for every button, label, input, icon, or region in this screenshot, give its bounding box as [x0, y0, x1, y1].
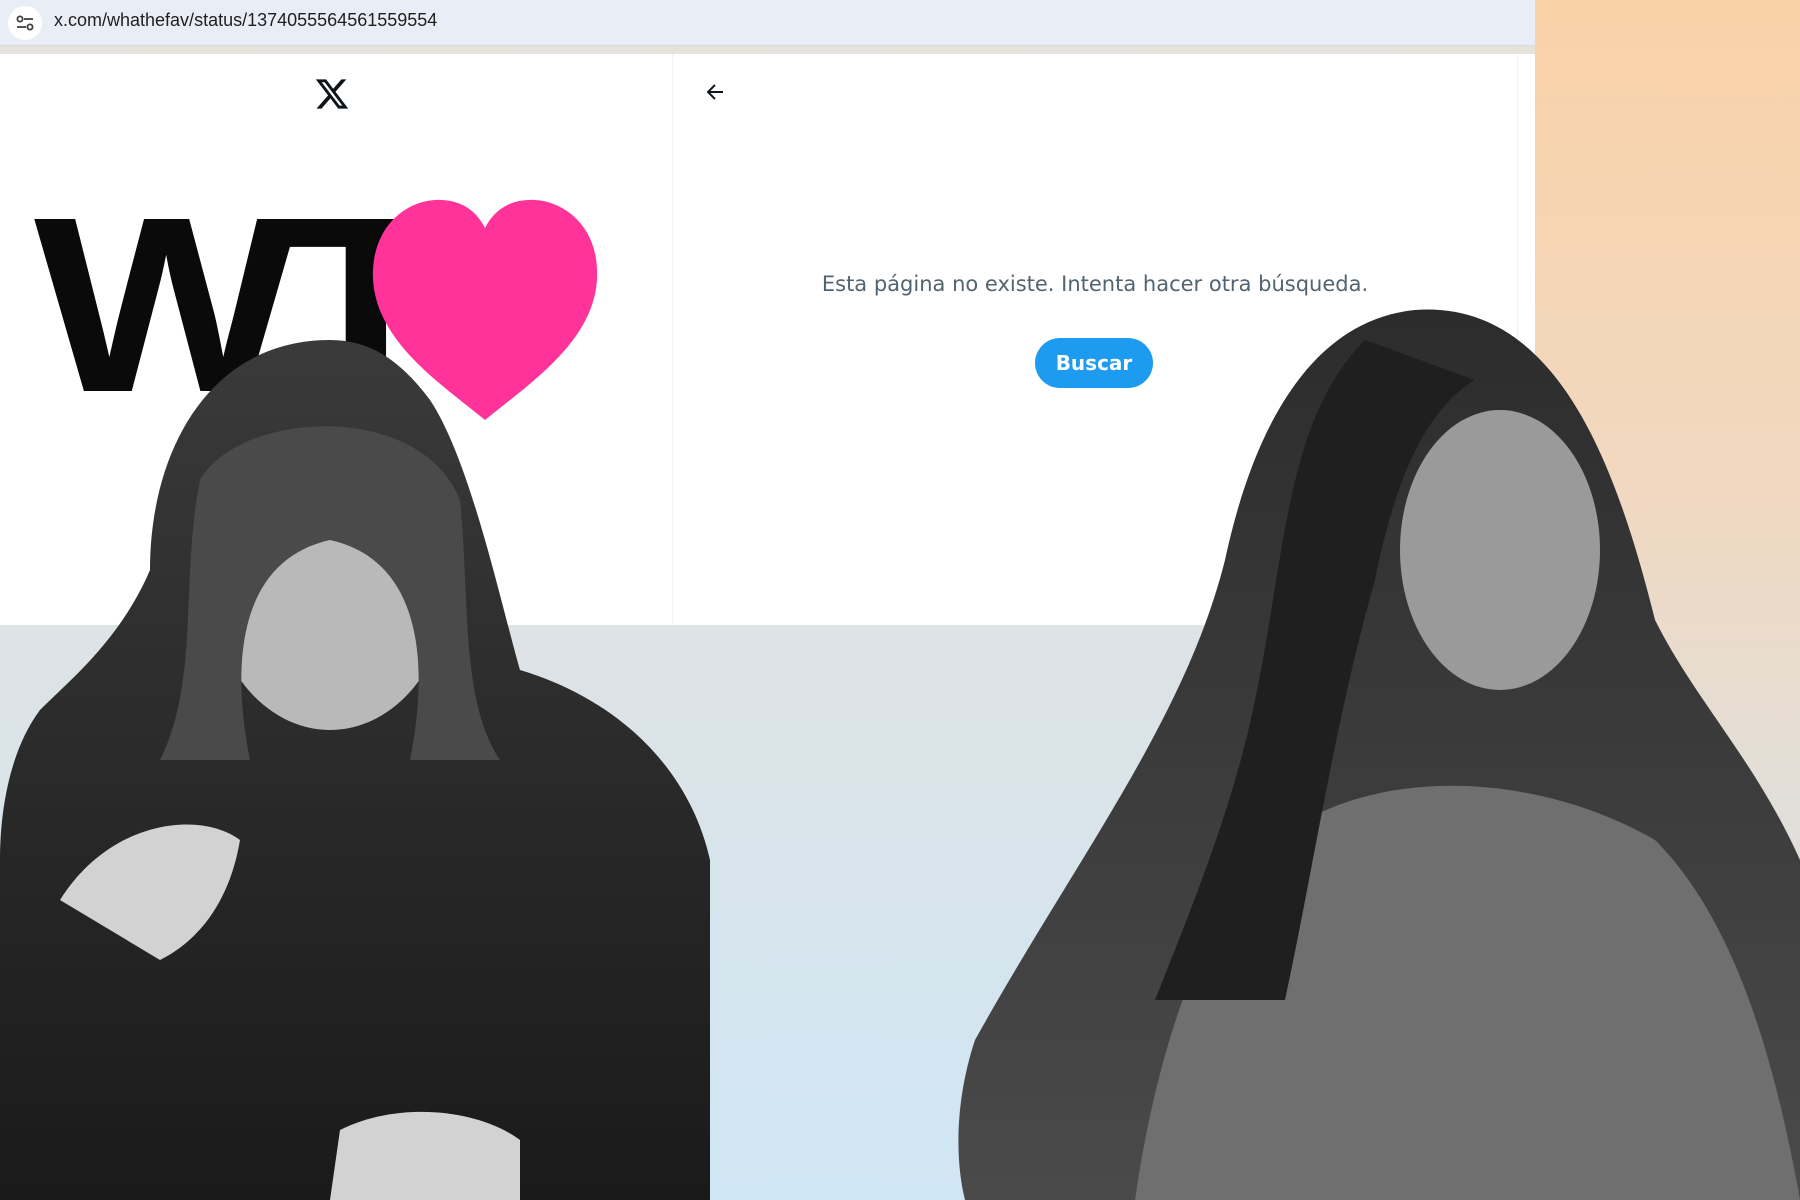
back-arrow-icon — [706, 84, 723, 100]
person-photo-right — [958, 309, 1800, 1200]
back-button[interactable] — [697, 74, 733, 110]
not-found-message: Esta página no existe. Intenta hacer otr… — [821, 272, 1369, 296]
url-text[interactable]: x.com/whathefav/status/13740555645615595… — [54, 10, 437, 31]
person-photo-left — [0, 340, 710, 1200]
site-info-icon — [16, 15, 34, 31]
site-info-button[interactable] — [8, 6, 42, 40]
x-logo-icon[interactable] — [314, 76, 350, 112]
browser-address-bar[interactable]: x.com/whathefav/status/13740555645615595… — [0, 0, 1535, 46]
